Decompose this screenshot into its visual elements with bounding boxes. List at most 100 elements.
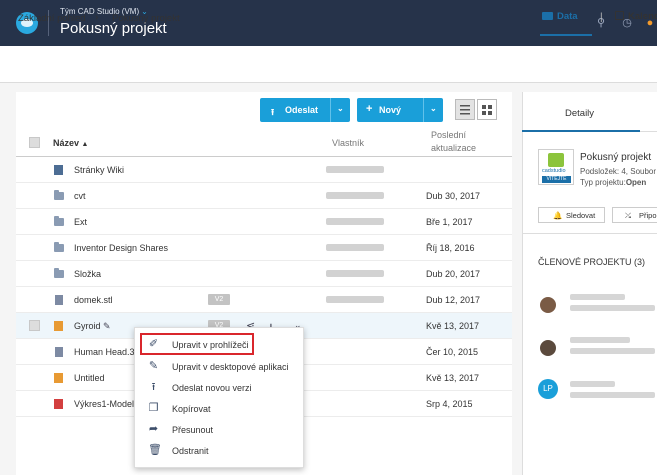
folder-icon xyxy=(542,12,553,20)
member-email xyxy=(570,305,655,311)
row-owner xyxy=(326,244,384,251)
button-split xyxy=(423,98,424,122)
details-tab[interactable]: Detaily xyxy=(565,108,594,119)
menu-item-label: Odstranit xyxy=(172,446,209,456)
select-all-checkbox[interactable] xyxy=(29,137,40,148)
tab-data[interactable]: Data xyxy=(542,11,578,22)
menu-item-delete[interactable]: 🗑 Odstranit xyxy=(135,441,305,461)
col-owner-header[interactable]: Vlastník xyxy=(332,138,364,148)
pencil-icon[interactable]: ✎ xyxy=(103,321,111,331)
list-view-button[interactable] xyxy=(455,99,475,120)
logo-mark xyxy=(548,153,564,167)
file-icon xyxy=(55,347,63,357)
link-icon: ⤯ xyxy=(625,211,631,220)
chevron-down-icon[interactable]: ⌄ xyxy=(430,104,437,113)
row-owner xyxy=(326,296,384,303)
tab-data-label: Data xyxy=(557,11,578,22)
details-type-label: Typ projektu: xyxy=(580,178,626,187)
menu-item-copy[interactable]: ❐ Kopírovat xyxy=(135,399,305,419)
new-button[interactable]: + Nový ⌄ xyxy=(357,98,443,122)
row-name[interactable]: Human Head.3 xyxy=(74,347,135,357)
row-date: Dub 12, 2017 xyxy=(426,295,481,305)
sort-asc-icon: ▲ xyxy=(81,141,89,148)
avatar[interactable] xyxy=(540,297,556,313)
row-name[interactable]: Složka xyxy=(74,269,101,279)
details-subfolders: Podsložek: 4, Soubor xyxy=(580,167,657,176)
member-name xyxy=(570,337,630,343)
folder-icon xyxy=(54,268,64,278)
grid-icon xyxy=(482,105,492,115)
row-owner xyxy=(326,166,384,173)
folder-icon xyxy=(54,242,64,252)
table-row[interactable]: Inventor Design Shares Říj 18, 2016 xyxy=(16,235,512,261)
table-row[interactable]: Stránky Wiki xyxy=(16,157,512,183)
table-row[interactable]: Ext Bře 1, 2017 xyxy=(16,209,512,235)
version-badge[interactable]: V2 xyxy=(208,294,230,305)
col-updated-header-1[interactable]: Poslední xyxy=(431,130,466,140)
member-name xyxy=(570,381,615,387)
logo-text: cadstudio xyxy=(542,168,566,174)
pdf-icon xyxy=(54,399,63,409)
table-row[interactable]: Složka Dub 20, 2017 xyxy=(16,261,512,287)
row-name-text: Gyroid xyxy=(74,321,101,331)
follow-label: Sledovat xyxy=(566,211,596,220)
row-name[interactable]: Výkres1-Modelo xyxy=(74,399,139,409)
table-row[interactable]: cvt Dub 30, 2017 xyxy=(16,183,512,209)
pencil-icon: ✎ xyxy=(148,360,159,372)
list-icon xyxy=(460,105,470,115)
row-owner xyxy=(326,270,384,277)
row-name[interactable]: Untitled xyxy=(74,373,105,383)
avatar[interactable] xyxy=(540,340,556,356)
col-updated-header-2[interactable]: aktualizace xyxy=(431,143,476,153)
tab-calendar[interactable]: Kalend xyxy=(615,11,657,22)
details-divider xyxy=(522,233,657,234)
tab-divider: | xyxy=(600,12,603,23)
row-date: Bře 1, 2017 xyxy=(426,217,473,227)
menu-item-move[interactable]: ➦ Přesunout xyxy=(135,420,305,440)
upload-button[interactable]: ⭱ Odeslat ⌄ xyxy=(260,98,350,122)
row-owner xyxy=(326,192,384,199)
menu-item-label: Kopírovat xyxy=(172,404,211,414)
chevron-down-icon[interactable]: ⌄ xyxy=(337,104,344,113)
attach-label: Připo xyxy=(639,211,657,220)
menu-item-label: Upravit v desktopové aplikaci xyxy=(172,362,289,372)
row-date: Dub 30, 2017 xyxy=(426,191,481,201)
new-label: Nový xyxy=(379,105,402,115)
row-date: Kvě 13, 2017 xyxy=(426,321,480,331)
upload-label: Odeslat xyxy=(285,105,319,115)
upload-icon: ⭱ xyxy=(271,107,275,117)
menu-item-label: Přesunout xyxy=(172,425,214,435)
tab-active-underline xyxy=(540,34,592,36)
avatar[interactable]: LP xyxy=(538,379,558,399)
model-icon xyxy=(54,373,63,383)
menu-item-upload-new-version[interactable]: ⭱ Odeslat novou verzi xyxy=(135,378,305,398)
row-name[interactable]: Gyroid ✎ xyxy=(74,321,111,332)
grid-view-button[interactable] xyxy=(477,99,497,120)
menu-item-edit-in-desktop[interactable]: ✎ Upravit v desktopové aplikaci xyxy=(135,357,305,377)
row-name[interactable]: cvt xyxy=(74,191,86,201)
tab-calendar-label: Kalend xyxy=(628,11,657,22)
row-name[interactable]: Ext xyxy=(74,217,87,227)
row-name[interactable]: Stránky Wiki xyxy=(74,165,124,175)
plus-icon: + xyxy=(366,103,373,115)
model-icon xyxy=(54,321,63,331)
move-icon: ➦ xyxy=(148,423,159,435)
details-type: Typ projektu:Open xyxy=(580,178,646,187)
row-date: Čer 10, 2015 xyxy=(426,347,479,357)
highlight-frame xyxy=(140,333,254,355)
row-checkbox[interactable] xyxy=(29,320,40,331)
details-project-name: Pokusný projekt xyxy=(580,152,652,163)
follow-button[interactable]: 🔔 Sledovat xyxy=(538,207,605,223)
button-split xyxy=(330,98,331,122)
member-email xyxy=(570,392,655,398)
row-name[interactable]: Inventor Design Shares xyxy=(74,243,168,253)
col-name-header[interactable]: Název ▲ xyxy=(53,138,88,148)
menu-item-label: Odeslat novou verzi xyxy=(172,383,252,393)
member-name xyxy=(570,294,625,300)
row-name[interactable]: domek.stl xyxy=(74,295,113,305)
breadcrumb-root[interactable]: Základní pohled xyxy=(18,13,86,24)
row-owner xyxy=(326,218,384,225)
table-row[interactable]: domek.stl V2 Dub 12, 2017 xyxy=(16,287,512,313)
row-date: Říj 18, 2016 xyxy=(426,243,475,253)
attach-button[interactable]: ⤯ Připo xyxy=(612,207,657,223)
